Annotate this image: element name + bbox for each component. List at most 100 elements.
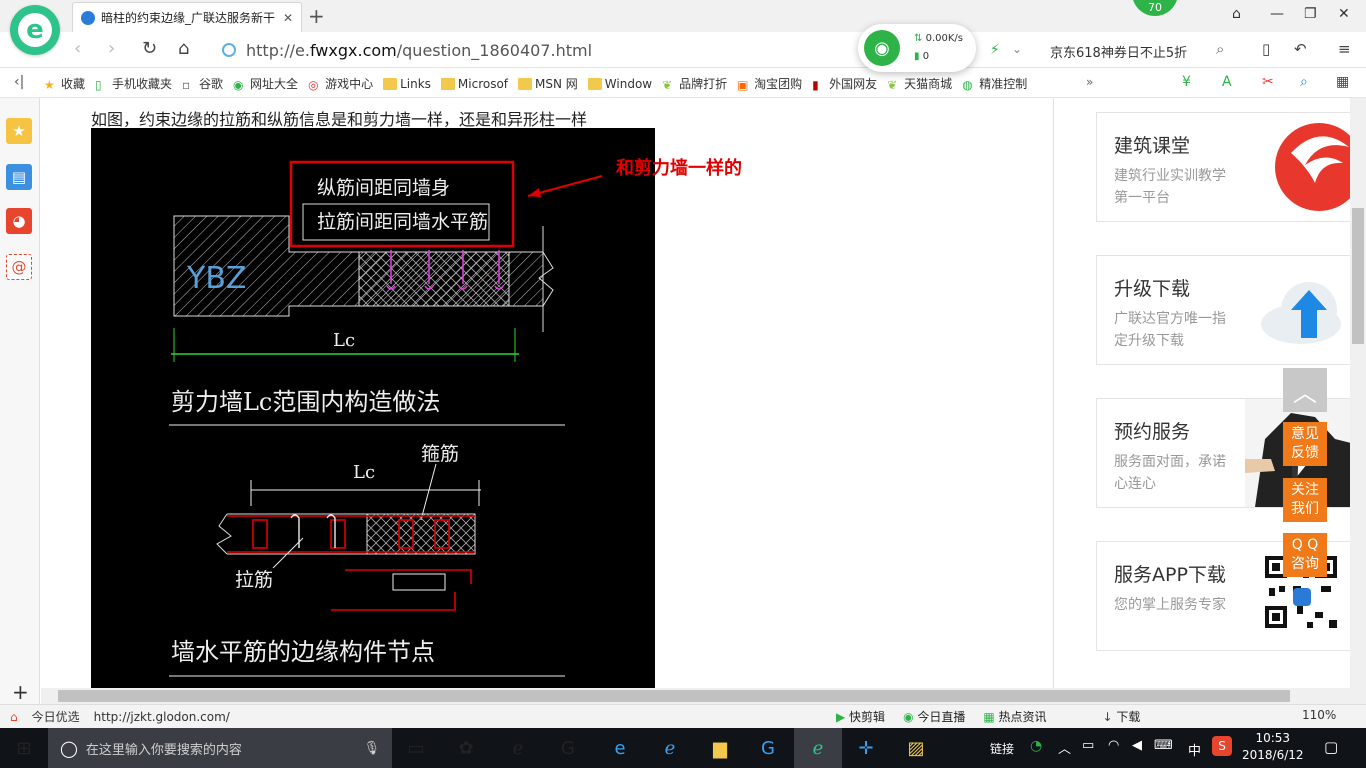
bookmark-item[interactable]: ▮ 外国网友 [812, 75, 877, 92]
active-browser-icon[interactable]: ℯ [794, 728, 842, 768]
skin-icon[interactable]: ⌂ [1232, 6, 1241, 22]
action-center-icon[interactable]: ▢ [1324, 738, 1338, 756]
translate-icon[interactable]: A [1222, 74, 1232, 90]
qq-consult-button[interactable]: Q Q 咨询 [1283, 533, 1327, 577]
battery-icon[interactable]: ▭ [1082, 738, 1094, 753]
annotation-text: 和剪力墙一样的 [616, 158, 742, 179]
bookmark-item[interactable]: ★ 收藏 [44, 75, 85, 92]
cloud-upload-icon [1261, 282, 1341, 344]
card-upgrade-download[interactable]: 升级下载 广联达官方唯一指定升级下载 [1096, 255, 1350, 365]
weibo-icon[interactable]: ◕ [6, 208, 32, 234]
network-speed-widget[interactable]: ◉ ⇅ 0.00K/s ▮ 0 [858, 24, 976, 72]
new-tab-button[interactable]: + [308, 4, 325, 28]
apps-grid-icon[interactable]: ▦ [1336, 74, 1349, 90]
taskbar-search-input[interactable]: ◯ 在这里输入你要搜索的内容 🎙 [48, 728, 392, 768]
e-browser-icon[interactable]: ℯ [494, 728, 542, 768]
add-sidebar-icon[interactable]: + [12, 680, 29, 704]
close-window-button[interactable]: ✕ [1338, 6, 1350, 22]
bookmark-item[interactable]: ◍ 精准控制 [962, 75, 1027, 92]
collapse-icon[interactable]: ‹| [14, 74, 24, 90]
undo-icon[interactable]: ↶ [1294, 40, 1307, 58]
keyboard-icon[interactable]: ⌨ [1154, 738, 1173, 753]
menu-icon[interactable]: ≡ [1338, 40, 1351, 58]
horizontal-scroll-thumb[interactable] [58, 690, 1290, 702]
bookmark-item[interactable]: ▯ 手机收藏夹 [95, 75, 172, 92]
bookmark-item[interactable]: ▣ 淘宝团购 [737, 75, 802, 92]
search-placeholder: 在这里输入你要搜索的内容 [85, 742, 242, 758]
feedback-button[interactable]: 意见 反馈 [1283, 422, 1327, 466]
file-explorer-icon[interactable]: ▆ [696, 728, 744, 768]
pinwheel-app-icon[interactable]: ✿ [442, 728, 490, 768]
chevron-down-icon[interactable]: ⌄ [1012, 42, 1022, 56]
phone-icon: ▯ [95, 77, 102, 92]
volume-icon[interactable]: ◀ [1132, 738, 1142, 753]
bookmark-item[interactable]: ▫ 谷歌 [182, 75, 223, 92]
minimize-button[interactable]: — [1270, 6, 1284, 22]
status-tool-download-icon[interactable]: ↓ 下载 [1103, 708, 1141, 725]
browser-logo-icon[interactable]: e [10, 5, 60, 55]
zoom-level[interactable]: 110% [1302, 708, 1336, 722]
status-tool-live-icon[interactable]: ◉ 今日直播 [903, 708, 965, 725]
currency-icon[interactable]: ¥ [1182, 74, 1191, 90]
vertical-scrollbar[interactable] [1350, 98, 1366, 704]
bookmark-item[interactable]: Links [383, 75, 431, 92]
move-app-icon[interactable]: ✛ [842, 728, 890, 768]
magnifier-icon[interactable]: ⌕ [1300, 74, 1308, 90]
bookmark-item[interactable]: Microsof [440, 75, 508, 92]
reading-list-icon[interactable]: ▤ [6, 164, 32, 190]
vertical-scroll-thumb[interactable] [1352, 208, 1364, 344]
search-icon[interactable]: ⌕ [1216, 40, 1224, 58]
back-to-top-button[interactable]: ︿ [1283, 368, 1327, 412]
wifi-tray-icon[interactable]: ◔ [1030, 738, 1042, 754]
status-tool-news-icon[interactable]: ▦ 热点资讯 [983, 708, 1046, 725]
follow-us-button[interactable]: 关注 我们 [1283, 478, 1327, 522]
glodon-logo [1275, 123, 1350, 211]
bookmark-item[interactable]: ❦ 品牌打折 [662, 75, 727, 92]
net-count: 0 [922, 51, 930, 62]
notes-app-icon[interactable]: ▨ [892, 728, 940, 768]
lightning-icon[interactable]: ⚡ [990, 42, 1000, 58]
network-icon[interactable]: ◠ [1108, 738, 1119, 753]
status-link: http://jzkt.glodon.com/ [93, 709, 230, 724]
tray-up-icon[interactable]: ︿ [1058, 738, 1071, 757]
maximize-button[interactable]: ❐ [1304, 6, 1317, 22]
windows-start-icon[interactable]: ⊞ [0, 728, 48, 768]
secure-globe-icon [222, 43, 236, 57]
card-desc: 您的掌上服务专家 [1114, 597, 1226, 613]
status-tool-cut-icon[interactable]: ▶ 快剪辑 [836, 708, 885, 725]
tab-active[interactable]: 暗柱的约束边缘_广联达服务新干 ✕ [72, 2, 302, 32]
search-promo[interactable]: 京东618神券日不止5折 [1050, 42, 1187, 61]
net-speed: 0.00K/s [925, 33, 963, 44]
task-view-icon[interactable]: ▭ [392, 728, 440, 768]
close-tab-icon[interactable]: ✕ [283, 11, 293, 25]
scissors-icon[interactable]: ✂ [1262, 74, 1274, 90]
glodon-app-icon[interactable]: G [744, 728, 792, 768]
sogou-icon[interactable]: S [1212, 736, 1232, 756]
bookmark-label: 游戏中心 [325, 77, 374, 91]
links-label[interactable]: 链接 [990, 740, 1014, 757]
ie-icon[interactable]: ℯ [646, 728, 694, 768]
more-bookmarks-icon[interactable]: » [1086, 75, 1093, 89]
url-field[interactable]: http://e.fwxgx.com/question_1860407.html [222, 36, 862, 64]
email-icon[interactable]: @ [6, 254, 32, 280]
microphone-icon[interactable]: 🎙 [363, 741, 380, 756]
ime-indicator[interactable]: 中 [1188, 740, 1201, 759]
mobile-icon[interactable]: ▯ [1262, 40, 1270, 58]
back-button[interactable]: ‹ [74, 38, 81, 59]
taskbar-clock[interactable]: 10:53 2018/6/12 [1242, 730, 1304, 764]
card-building-class[interactable]: 建筑课堂 建筑行业实训教学第一平台 [1096, 112, 1350, 222]
bookmark-item[interactable]: ◎ 游戏中心 [308, 75, 373, 92]
refresh-button[interactable]: ↻ [142, 38, 157, 59]
bookmark-item[interactable]: MSN 网 [518, 75, 578, 92]
edge-icon[interactable]: e [596, 728, 644, 768]
bookmark-item[interactable]: ❦ 天猫商城 [887, 75, 952, 92]
bookmark-item[interactable]: Window [587, 75, 652, 92]
favorites-icon[interactable]: ★ [6, 118, 32, 144]
forward-button[interactable]: › [108, 38, 115, 59]
bookmark-item[interactable]: ◉ 网址大全 [233, 75, 298, 92]
today-picks[interactable]: 今日优选 [32, 708, 80, 725]
spiral-app-icon[interactable]: G [544, 728, 592, 768]
bookmark-label: 网址大全 [250, 77, 299, 91]
home-button[interactable]: ⌂ [178, 38, 189, 59]
cad-title1: 剪力墙Lc范围内构造做法 [171, 388, 440, 416]
